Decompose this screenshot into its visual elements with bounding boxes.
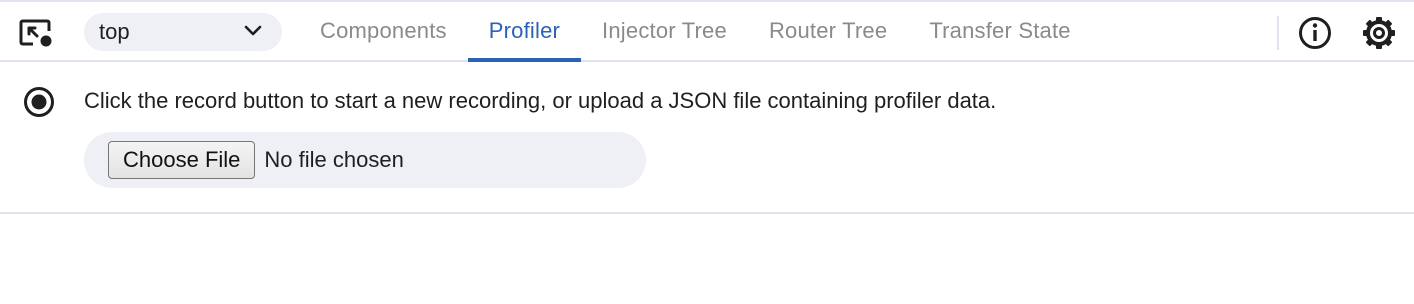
- file-upload-container: Choose File No file chosen: [84, 132, 646, 188]
- tab-router-tree[interactable]: Router Tree: [748, 2, 908, 60]
- info-button[interactable]: [1297, 15, 1333, 51]
- tab-bar: Components Profiler Injector Tree Router…: [299, 2, 1092, 62]
- frame-select-value: top: [99, 19, 130, 44]
- inspect-element-button[interactable]: [17, 15, 55, 51]
- devtools-toolbar: top Components Profiler Injector Tree Ro…: [0, 0, 1414, 62]
- choose-file-button[interactable]: Choose File: [108, 141, 256, 179]
- tab-transfer-state[interactable]: Transfer State: [908, 2, 1091, 60]
- profiler-instructions: Click the record button to start a new r…: [84, 88, 997, 113]
- file-status-text: No file chosen: [264, 147, 404, 172]
- profiler-panel: Click the record button to start a new r…: [0, 62, 1414, 214]
- settings-button[interactable]: [1361, 15, 1397, 51]
- frame-select[interactable]: top: [84, 13, 282, 51]
- chevron-down-icon: [244, 25, 262, 36]
- toolbar-divider: [1277, 16, 1279, 50]
- tab-injector-tree[interactable]: Injector Tree: [581, 2, 748, 60]
- info-icon: [1299, 17, 1331, 49]
- tab-profiler[interactable]: Profiler: [467, 2, 582, 62]
- record-button[interactable]: [22, 85, 56, 119]
- record-icon: [24, 87, 54, 117]
- inspect-element-icon: [19, 19, 52, 47]
- gear-icon: [1363, 17, 1395, 49]
- tab-components[interactable]: Components: [299, 2, 468, 60]
